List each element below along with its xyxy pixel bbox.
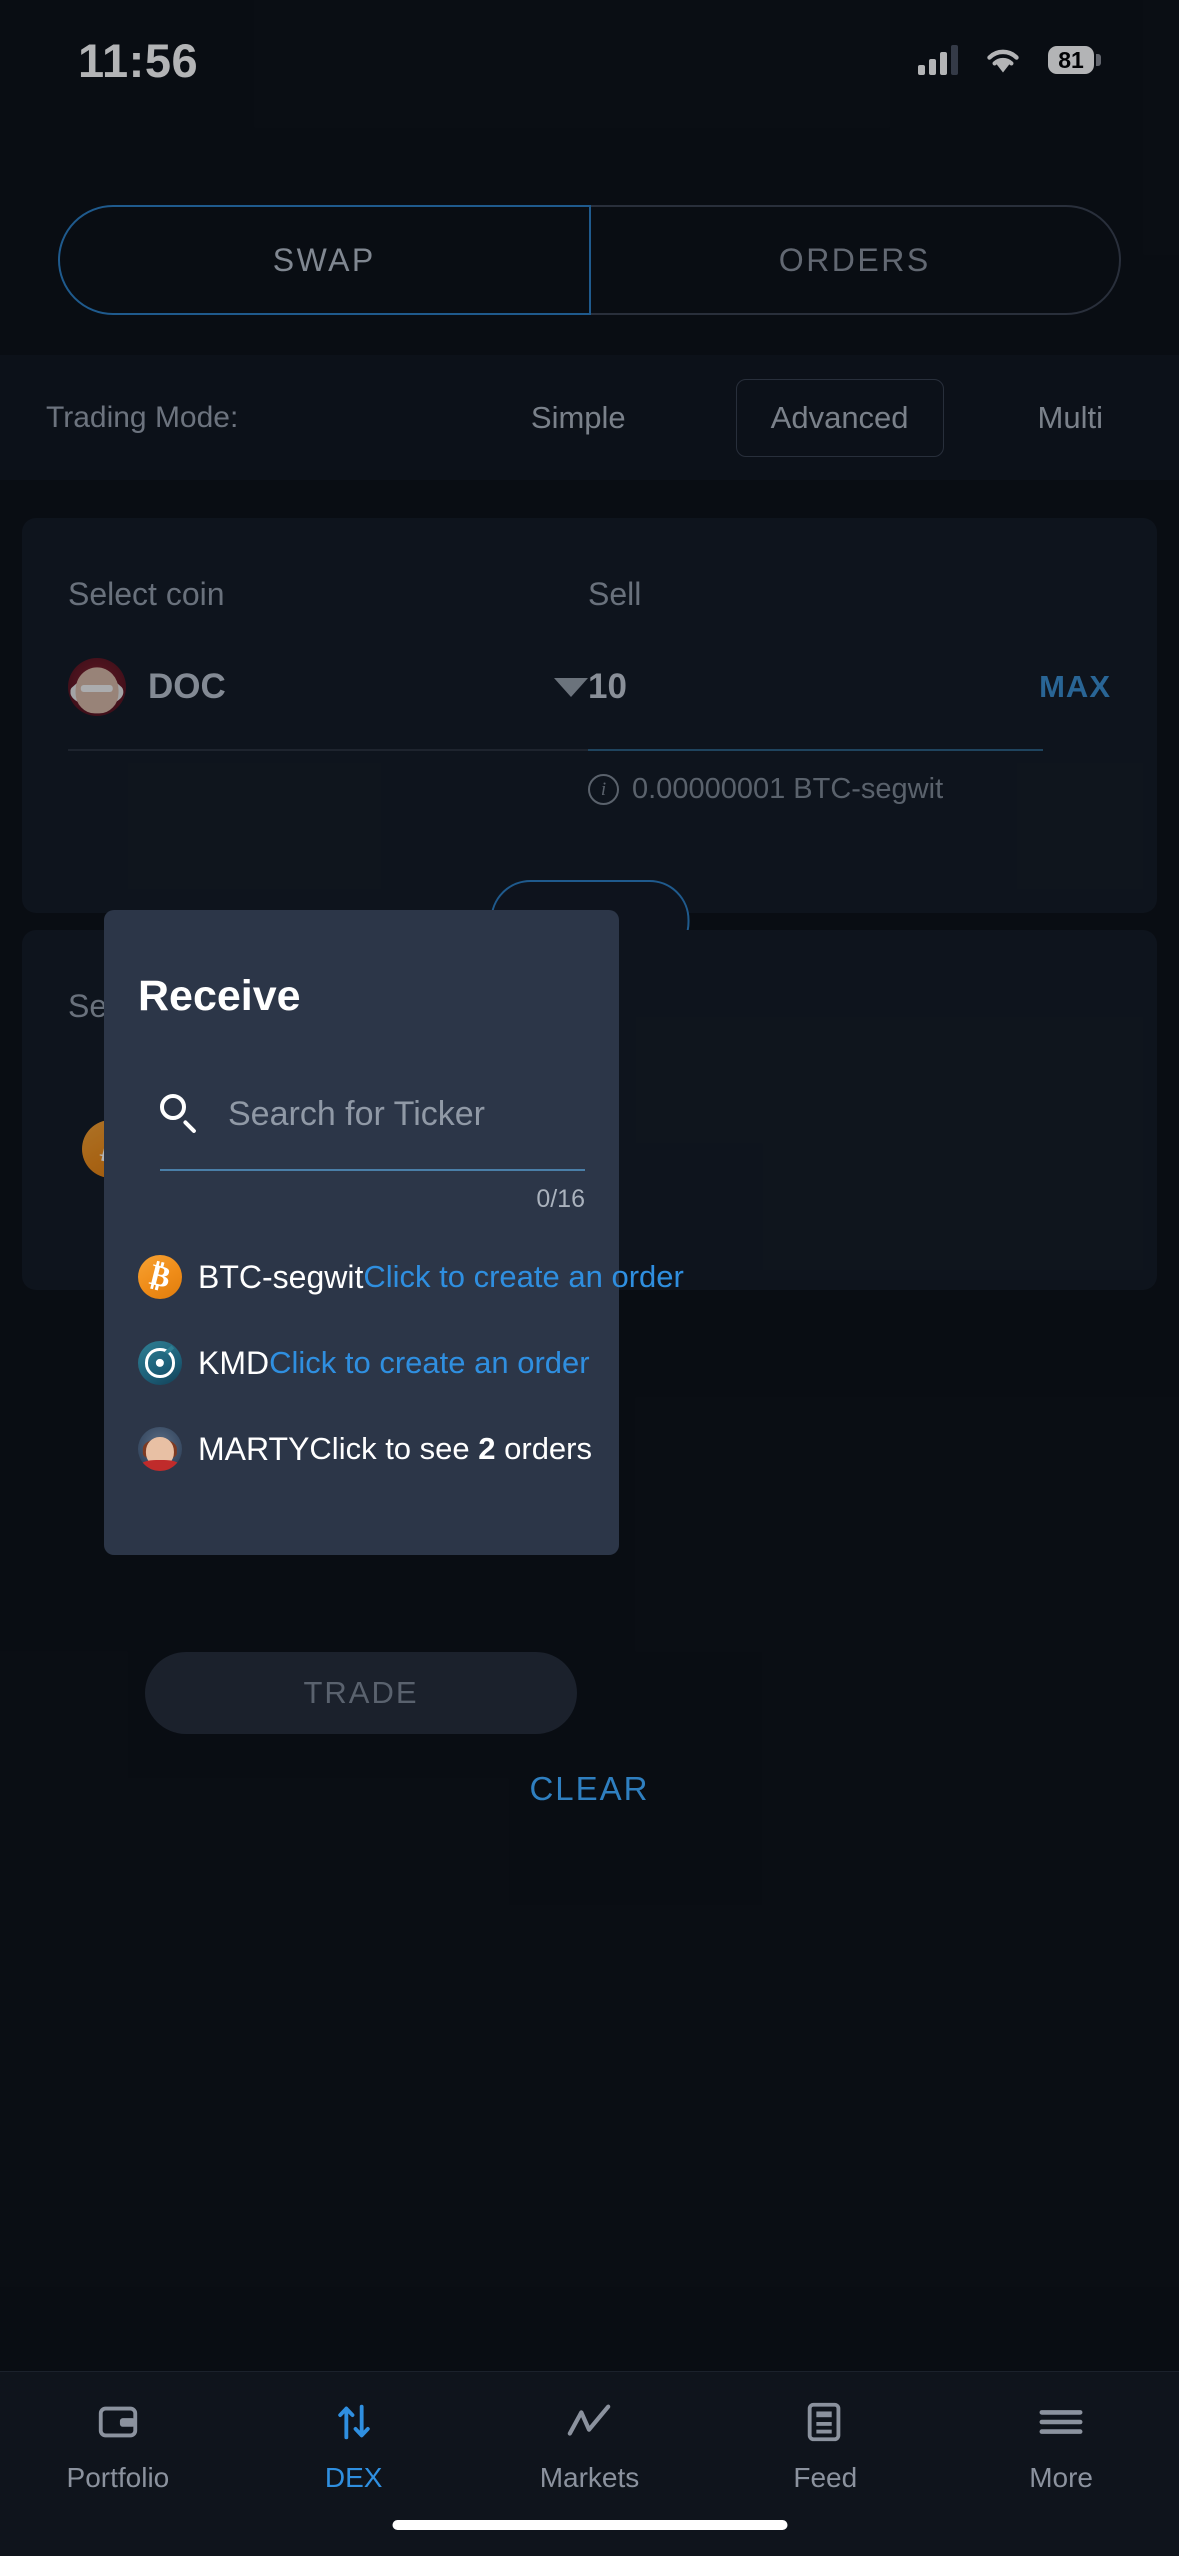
app-screen: 11:56 81 SWAP ORDERS Trading Mode: Simpl… [0,0,1179,2556]
marty-coin-icon [138,1427,182,1471]
coin-ticker: MARTY [198,1430,310,1467]
nav-label: DEX [324,2462,383,2493]
nav-label: Feed [793,2462,858,2493]
home-indicator [392,2520,787,2530]
coin-ticker: KMD [198,1344,270,1381]
coin-result-list: ₿ BTC-segwit Click to create an order KM… [138,1244,684,1482]
search-char-counter: 0/16 [536,1185,585,1213]
action-prefix: Click to see [309,1431,479,1466]
coin-ticker: BTC-segwit [198,1258,364,1295]
nav-item-markets[interactable]: Markets [472,2396,708,2494]
list-item[interactable]: ₿ BTC-segwit Click to create an order [138,1244,684,1310]
kmd-coin-icon [138,1341,182,1385]
receive-coin-modal: Receive 0/16 ₿ BTC-segwit Click to creat… [104,910,684,1555]
action-suffix: orders [495,1431,592,1466]
search-icon [160,1094,200,1134]
news-feed-icon [803,2396,847,2448]
search-input[interactable] [228,1094,585,1134]
coin-action-link[interactable]: Click to see 2 orders [309,1431,592,1467]
order-count: 2 [478,1431,496,1466]
coin-action-link[interactable]: Click to create an order [269,1345,589,1381]
coin-action-link[interactable]: Click to create an order [363,1259,683,1295]
nav-label: Portfolio [66,2462,170,2493]
search-underline [160,1169,585,1171]
ticker-search-row[interactable] [138,1079,585,1149]
btc-coin-icon: ₿ [138,1255,182,1299]
modal-title: Receive [138,972,301,1020]
list-item[interactable]: KMD Click to create an order [138,1330,590,1396]
nav-item-feed[interactable]: Feed [707,2396,943,2494]
hamburger-menu-icon [1036,2396,1086,2448]
portfolio-icon [95,2396,141,2448]
nav-item-more[interactable]: More [943,2396,1179,2494]
nav-item-dex[interactable]: DEX [236,2396,472,2494]
nav-item-portfolio[interactable]: Portfolio [0,2396,236,2494]
nav-label: More [1029,2462,1093,2493]
clear-button[interactable]: CLEAR [0,1770,1179,1808]
list-item[interactable]: MARTY Click to see 2 orders [138,1416,592,1482]
trade-button[interactable]: TRADE [145,1652,577,1734]
swap-arrows-icon [331,2396,377,2448]
chart-line-icon [564,2396,614,2448]
nav-label: Markets [539,2462,640,2493]
